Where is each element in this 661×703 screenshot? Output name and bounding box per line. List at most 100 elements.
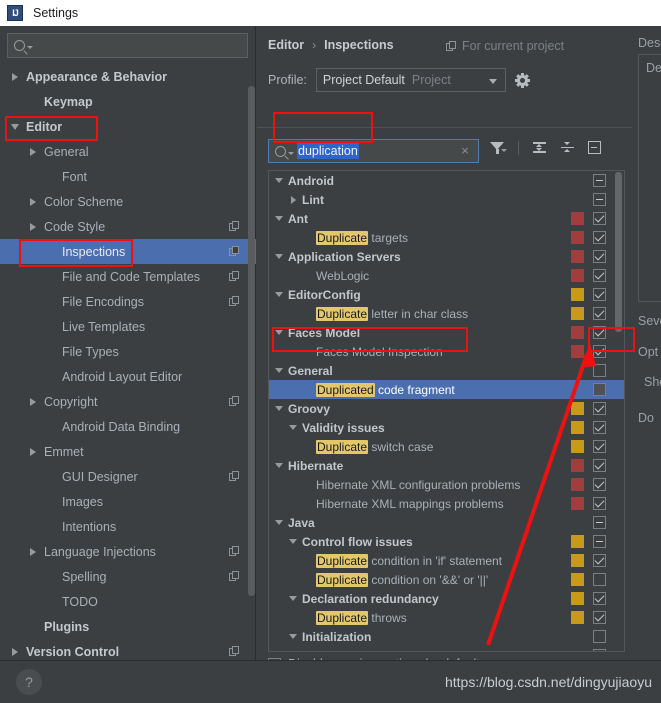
chevron-down-icon[interactable] — [273, 292, 285, 297]
inspection-checkbox[interactable] — [593, 516, 606, 529]
inspection-checkbox[interactable] — [593, 554, 606, 567]
chevron-down-icon[interactable] — [273, 254, 285, 259]
inspection-checkbox[interactable] — [593, 459, 606, 472]
inspection-checkbox[interactable] — [593, 649, 606, 651]
severity-swatch[interactable] — [571, 269, 584, 282]
inspection-checkbox[interactable] — [593, 326, 606, 339]
sidebar-item-android-layout-editor[interactable]: Android Layout Editor — [0, 364, 256, 389]
inspection-row[interactable]: WebLogic — [269, 266, 624, 285]
severity-swatch[interactable] — [571, 611, 584, 624]
inspection-row[interactable]: Control flow issues — [269, 532, 624, 551]
breadcrumb-parent[interactable]: Editor — [268, 38, 304, 52]
inspection-checkbox[interactable] — [593, 345, 606, 358]
inspection-row[interactable]: Duplicate switch case — [269, 437, 624, 456]
inspection-checkbox[interactable] — [593, 497, 606, 510]
inspection-row[interactable]: Groovy — [269, 399, 624, 418]
inspections-tree[interactable]: Android Lint Ant Duplicate targets Applicati… — [268, 170, 625, 652]
inspection-row[interactable]: Validity issues — [269, 418, 624, 437]
chevron-down-icon[interactable] — [273, 178, 285, 183]
sidebar-item-emmet[interactable]: Emmet — [0, 439, 256, 464]
severity-swatch[interactable] — [571, 250, 584, 263]
inspection-row[interactable]: Duplicate condition in 'if' statement — [269, 551, 624, 570]
severity-swatch[interactable] — [571, 402, 584, 415]
inspection-row[interactable]: Duplicate throws — [269, 608, 624, 627]
severity-swatch[interactable] — [571, 478, 584, 491]
inspection-row[interactable]: Java — [269, 513, 624, 532]
sidebar-scrollbar[interactable] — [248, 86, 255, 596]
severity-swatch[interactable] — [571, 459, 584, 472]
chevron-right-icon[interactable] — [26, 397, 40, 406]
sidebar-item-plugins[interactable]: Plugins — [0, 614, 256, 639]
chevron-down-icon[interactable] — [273, 406, 285, 411]
inspection-row[interactable]: Duplicate targets — [269, 228, 624, 247]
sidebar-item-editor[interactable]: Editor — [0, 114, 256, 139]
inspection-checkbox[interactable] — [593, 307, 606, 320]
chevron-right-icon[interactable] — [287, 195, 299, 204]
inspection-checkbox[interactable] — [593, 630, 606, 643]
inspection-row[interactable]: Declaration redundancy — [269, 589, 624, 608]
filter-funnel-icon[interactable] — [490, 140, 507, 155]
chevron-down-icon[interactable] — [287, 539, 299, 544]
inspection-row[interactable]: General — [269, 361, 624, 380]
chevron-down-icon[interactable] — [287, 425, 299, 430]
severity-swatch[interactable] — [571, 573, 584, 586]
inspection-row[interactable]: Hibernate — [269, 456, 624, 475]
sidebar-item-file-encodings[interactable]: File Encodings — [0, 289, 256, 314]
inspection-row[interactable]: Application Servers — [269, 247, 624, 266]
chevron-right-icon[interactable] — [26, 197, 40, 206]
sidebar-item-live-templates[interactable]: Live Templates — [0, 314, 256, 339]
inspection-checkbox[interactable] — [593, 364, 606, 377]
sidebar-item-font[interactable]: Font — [0, 164, 256, 189]
inspections-scrollbar[interactable] — [615, 172, 622, 332]
severity-swatch[interactable] — [571, 535, 584, 548]
severity-swatch[interactable] — [571, 231, 584, 244]
inspection-checkbox[interactable] — [593, 611, 606, 624]
severity-swatch[interactable] — [571, 497, 584, 510]
sidebar-search-input[interactable] — [7, 33, 248, 58]
sidebar-item-gui-designer[interactable]: GUI Designer — [0, 464, 256, 489]
severity-swatch[interactable] — [571, 288, 584, 301]
inspection-checkbox[interactable] — [593, 250, 606, 263]
sidebar-item-copyright[interactable]: Copyright — [0, 389, 256, 414]
inspection-row[interactable]: Faces Model — [269, 323, 624, 342]
inspection-row[interactable]: Lint — [269, 190, 624, 209]
severity-swatch[interactable] — [571, 307, 584, 320]
sidebar-item-language-injections[interactable]: Language Injections — [0, 539, 256, 564]
chevron-down-icon[interactable] — [273, 368, 285, 373]
inspection-checkbox[interactable] — [593, 193, 606, 206]
chevron-down-icon[interactable] — [273, 463, 285, 468]
chevron-down-icon[interactable] — [287, 596, 299, 601]
severity-swatch[interactable] — [571, 592, 584, 605]
sidebar-item-general[interactable]: General — [0, 139, 256, 164]
inspection-row[interactable]: Duplicated code fragment — [269, 380, 624, 399]
sidebar-item-keymap[interactable]: Keymap — [0, 89, 256, 114]
severity-swatch[interactable] — [571, 554, 584, 567]
sidebar-item-inspections[interactable]: Inspections — [0, 239, 256, 264]
close-icon[interactable]: × — [459, 144, 471, 157]
chevron-right-icon[interactable] — [26, 547, 40, 556]
chevron-right-icon[interactable] — [26, 147, 40, 156]
inspection-row[interactable]: Abstract method called during object con… — [269, 646, 624, 651]
sidebar-tree[interactable]: Appearance & Behavior Keymap Editor General… — [0, 64, 256, 660]
inspection-row[interactable]: Android — [269, 171, 624, 190]
inspection-checkbox[interactable] — [593, 212, 606, 225]
inspection-row[interactable]: Duplicate letter in char class — [269, 304, 624, 323]
inspection-row[interactable]: EditorConfig — [269, 285, 624, 304]
inspection-row[interactable]: Initialization — [269, 627, 624, 646]
chevron-down-icon[interactable] — [273, 330, 285, 335]
inspection-row[interactable]: Hibernate XML configuration problems — [269, 475, 624, 494]
reset-icon[interactable] — [588, 141, 601, 154]
gear-icon[interactable] — [514, 72, 530, 88]
inspection-checkbox[interactable] — [593, 535, 606, 548]
sidebar-item-file-and-code-templates[interactable]: File and Code Templates — [0, 264, 256, 289]
sidebar-item-spelling[interactable]: Spelling — [0, 564, 256, 589]
profile-select[interactable]: Project Default Project — [315, 68, 506, 92]
chevron-right-icon[interactable] — [8, 647, 22, 656]
inspection-checkbox[interactable] — [593, 231, 606, 244]
sidebar-item-version-control[interactable]: Version Control — [0, 639, 256, 660]
sidebar-item-images[interactable]: Images — [0, 489, 256, 514]
sidebar-item-file-types[interactable]: File Types — [0, 339, 256, 364]
sidebar-item-color-scheme[interactable]: Color Scheme — [0, 189, 256, 214]
chevron-down-icon[interactable] — [8, 123, 22, 130]
inspection-checkbox[interactable] — [593, 421, 606, 434]
